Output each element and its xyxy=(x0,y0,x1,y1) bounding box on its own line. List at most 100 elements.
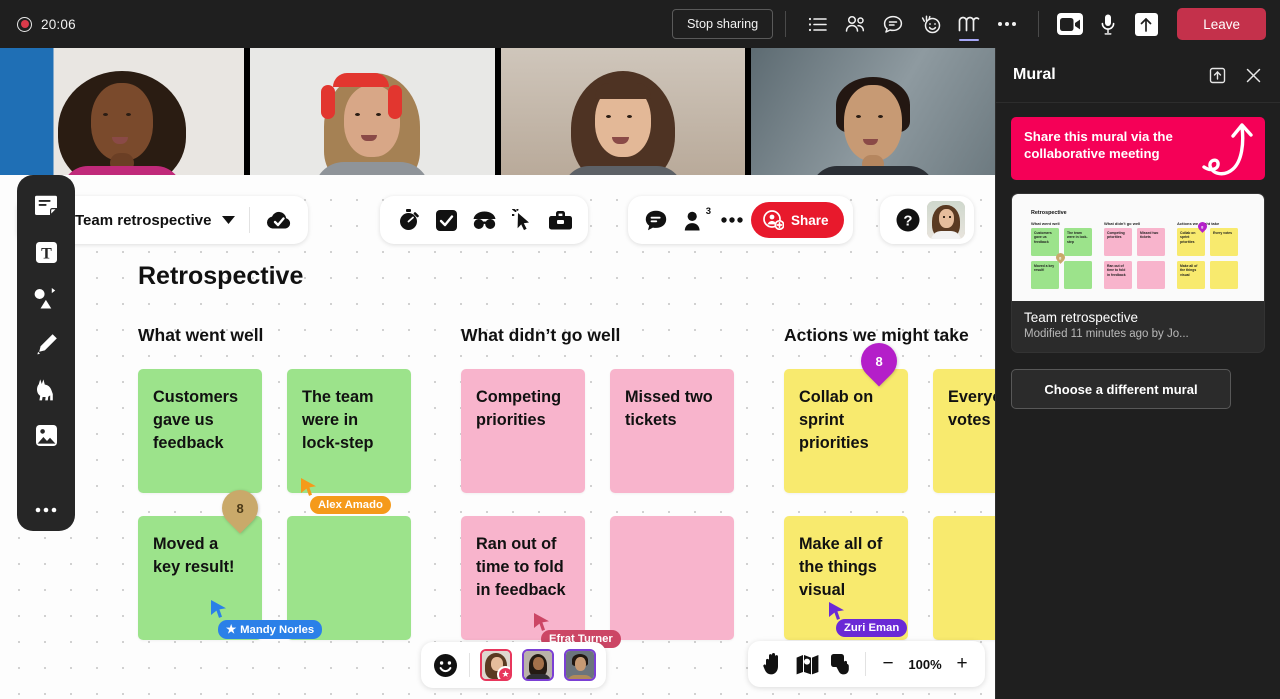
sticky-note[interactable]: The team were in lock-step xyxy=(287,369,411,493)
chat-icon[interactable] xyxy=(874,4,912,44)
participant-tile-4[interactable] xyxy=(750,48,995,175)
divider xyxy=(785,11,787,37)
thumb-note: Every votes xyxy=(1210,228,1238,256)
mural-side-panel: Mural Share this mural via the collabora… xyxy=(995,48,1280,699)
participant-tile-3[interactable] xyxy=(500,48,745,175)
more-tools[interactable] xyxy=(23,488,69,531)
cursor-arrow-icon xyxy=(301,478,316,496)
smiley-icon[interactable] xyxy=(431,653,459,678)
shapes-connector-tool[interactable] xyxy=(23,277,69,320)
cursor-alex-amado: Alex Amado xyxy=(300,478,391,514)
mural-card-subtitle: Modified 11 minutes ago by Jo... xyxy=(1024,328,1189,340)
llama-icons-tool[interactable] xyxy=(23,368,69,411)
sticky-note[interactable]: Collab on sprint priorities xyxy=(784,369,908,493)
star-icon: ★ xyxy=(226,624,237,636)
user-avatar[interactable] xyxy=(927,201,965,239)
board-name: Team retrospective xyxy=(75,211,212,229)
sticky-note[interactable]: Ran out of time to fold in feedback xyxy=(461,516,585,640)
record-icon xyxy=(17,16,32,32)
sticky-note[interactable]: Competing priorities xyxy=(461,369,585,493)
cursor-efrat-turner: Efrat Turner xyxy=(533,613,621,648)
sticky-note[interactable]: Everyo votes xyxy=(933,369,995,493)
thumb-note: Make all of the things visual xyxy=(1177,261,1205,289)
camera-icon[interactable] xyxy=(1051,4,1089,44)
sticky-note-tool[interactable] xyxy=(23,185,69,228)
meeting-controls: Stop sharing Leave xyxy=(671,0,1280,48)
recording-timer: 20:06 xyxy=(41,16,76,32)
members-count: 3 xyxy=(705,206,711,217)
choose-different-mural-button[interactable]: Choose a different mural xyxy=(1011,369,1231,409)
collaborator-avatar-2[interactable] xyxy=(522,649,554,681)
participant-tile-1[interactable] xyxy=(0,48,245,175)
text-tool[interactable]: T xyxy=(23,231,69,274)
thumb-note: Competing priorities xyxy=(1104,228,1132,256)
curved-arrow-icon xyxy=(1197,121,1259,180)
zoom-controls-pill: − 100% + xyxy=(748,641,985,687)
collaborator-avatar-3[interactable] xyxy=(564,649,596,681)
stop-sharing-button[interactable]: Stop sharing xyxy=(671,9,774,39)
cursor-zuri-eman: Zuri Eman xyxy=(828,602,908,637)
leave-button[interactable]: Leave xyxy=(1177,8,1266,40)
thumb-note: Ran out of time to fold in feedback xyxy=(1104,261,1132,289)
share-mural-promo[interactable]: Share this mural via the collaborative m… xyxy=(1011,117,1265,180)
board-social-pill: 3 Share xyxy=(628,196,853,244)
sticky-note[interactable] xyxy=(610,516,734,640)
column-title-1: What went well xyxy=(138,325,264,345)
toolkit-icon[interactable] xyxy=(541,201,579,239)
mural-app-icon[interactable] xyxy=(950,4,988,44)
thumb-note: Customers gave us feedback xyxy=(1031,228,1059,256)
timer-icon[interactable] xyxy=(389,201,427,239)
svg-text:?: ? xyxy=(903,213,912,230)
follow-cursor-icon[interactable] xyxy=(503,201,541,239)
zoom-out-button[interactable]: − xyxy=(873,647,903,681)
checkbox-icon[interactable] xyxy=(427,201,465,239)
sticky-note[interactable]: Customers gave us feedback xyxy=(138,369,262,493)
mural-card-title: Team retrospective xyxy=(1024,310,1139,325)
hand-pan-tool[interactable] xyxy=(756,647,790,681)
pointer-hand-tool[interactable] xyxy=(824,647,858,681)
mural-card[interactable]: Retrospective What went well What didn't… xyxy=(1011,193,1265,353)
collaborator-avatar-1[interactable]: ★ xyxy=(480,649,512,681)
chevron-down-icon[interactable] xyxy=(217,201,239,239)
reactions-participants-pill: ★ xyxy=(421,642,606,688)
reactions-icon[interactable] xyxy=(912,4,950,44)
thumb-note: Missed two tickets xyxy=(1137,228,1165,256)
more-options-icon[interactable] xyxy=(988,4,1026,44)
left-tool-rail: T xyxy=(17,175,75,531)
image-tool[interactable] xyxy=(23,414,69,457)
sticky-note[interactable] xyxy=(933,516,995,640)
private-mode-icon[interactable] xyxy=(465,201,503,239)
column-title-2: What didn’t go well xyxy=(461,325,621,345)
zoom-level: 100% xyxy=(908,656,942,672)
mural-panel-title: Mural xyxy=(1013,66,1056,83)
zoom-in-button[interactable]: + xyxy=(947,647,977,681)
divider xyxy=(469,653,470,677)
share-button[interactable]: Share xyxy=(751,202,844,238)
sticky-note[interactable]: Missed two tickets xyxy=(610,369,734,493)
map-outline-tool[interactable] xyxy=(790,647,824,681)
help-icon[interactable]: ? xyxy=(889,201,927,239)
divider xyxy=(865,652,866,676)
members-icon[interactable]: 3 xyxy=(675,201,713,239)
pen-tool[interactable] xyxy=(23,323,69,366)
mural-thumbnail: Retrospective What went well What didn't… xyxy=(1012,194,1264,301)
people-icon[interactable] xyxy=(836,4,874,44)
thumb-note: Collab on sprint priorities xyxy=(1177,228,1205,256)
comment-icon[interactable] xyxy=(637,201,675,239)
promo-text: Share this mural via the collaborative m… xyxy=(1024,129,1173,161)
close-icon[interactable] xyxy=(1240,62,1266,88)
share-screen-icon[interactable] xyxy=(1127,4,1165,44)
thumb-note: The team were in lock-step xyxy=(1064,228,1092,256)
cursor-label: Zuri Eman xyxy=(836,619,908,637)
more-dots-icon[interactable] xyxy=(713,201,751,239)
agenda-list-icon[interactable] xyxy=(798,4,836,44)
svg-text:T: T xyxy=(41,245,52,262)
share-button-label: Share xyxy=(791,212,829,228)
app-root: 20:06 Stop sharing Leave Mural Share thi… xyxy=(0,0,1280,699)
popout-icon[interactable] xyxy=(1204,62,1230,88)
participant-tile-2[interactable] xyxy=(250,48,495,175)
cursor-mandy-norles: ★ Mandy Norles xyxy=(210,600,323,639)
mural-canvas[interactable]: Team retrospective 3 Share ? T Retrospec… xyxy=(0,175,995,699)
thumb-note xyxy=(1210,261,1238,289)
microphone-icon[interactable] xyxy=(1089,4,1127,44)
